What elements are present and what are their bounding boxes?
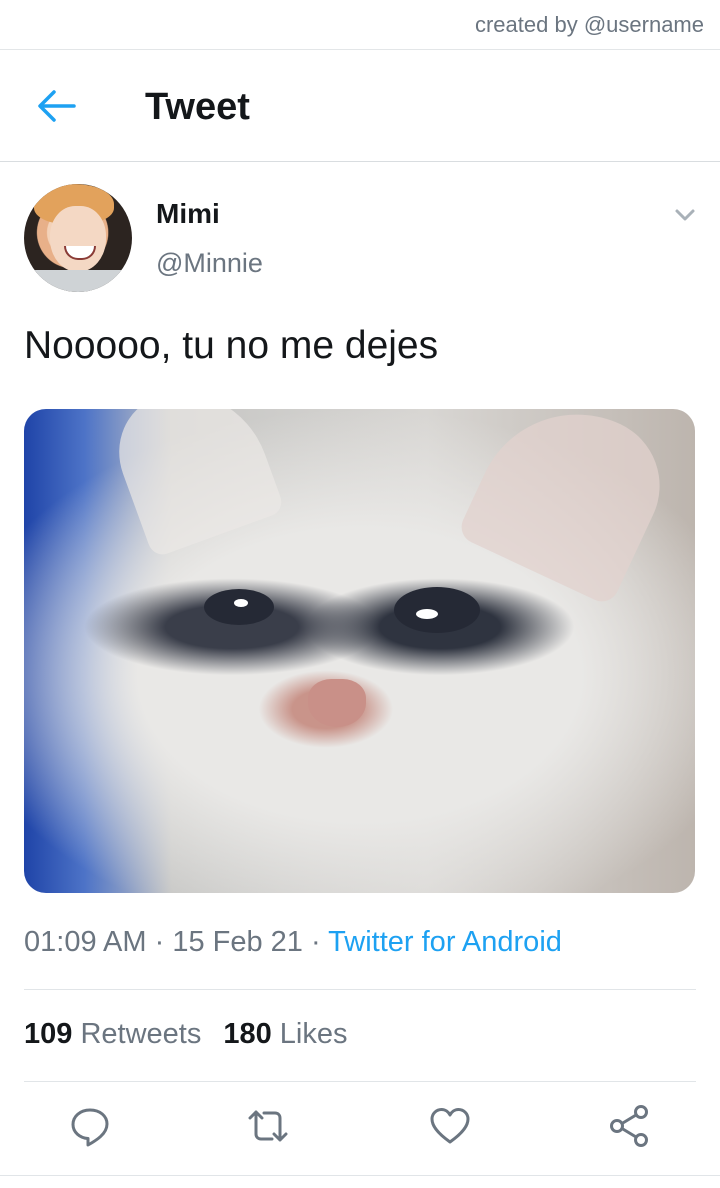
- chevron-down-icon[interactable]: [670, 200, 700, 230]
- eye-shine: [416, 609, 438, 619]
- tweet-source-link[interactable]: Twitter for Android: [328, 926, 562, 958]
- separator: ·: [302, 926, 329, 958]
- tweet-time: 01:09 AM: [24, 926, 147, 958]
- cat-eye: [394, 587, 480, 633]
- tweet-stats: 109 Retweets 180 Likes: [24, 1018, 348, 1051]
- share-icon[interactable]: [608, 1104, 652, 1148]
- divider: [0, 161, 720, 162]
- display-name[interactable]: Mimi: [156, 198, 220, 230]
- likes-count: 180: [223, 1018, 272, 1050]
- heart-icon[interactable]: [428, 1104, 472, 1148]
- divider: [0, 1175, 720, 1176]
- eye-shine: [234, 599, 248, 607]
- retweets-count: 109: [24, 1018, 73, 1050]
- tweet-text: Nooooo, tu no me dejes: [24, 324, 439, 367]
- arrow-left-icon[interactable]: [30, 80, 82, 132]
- header-bar: Tweet: [0, 50, 720, 162]
- avatar[interactable]: [24, 184, 132, 292]
- cat-ear: [102, 409, 286, 559]
- separator: ·: [146, 926, 173, 958]
- watermark: created by @username: [474, 12, 704, 37]
- likes-stat[interactable]: 180 Likes: [223, 1018, 347, 1050]
- cat-ear: [456, 409, 682, 607]
- tweet-meta: 01:09 AM · 15 Feb 21 · Twitter for Andro…: [24, 926, 562, 959]
- avatar-face: [50, 206, 106, 272]
- divider: [24, 1081, 696, 1082]
- retweets-label: Retweets: [80, 1018, 202, 1050]
- user-handle[interactable]: @Minnie: [156, 248, 263, 279]
- tweet-media-image[interactable]: [24, 409, 695, 893]
- tweet-date: 15 Feb 21: [172, 926, 303, 958]
- reply-icon[interactable]: [68, 1104, 112, 1148]
- page-title: Tweet: [145, 86, 250, 128]
- cat-nose: [308, 679, 366, 727]
- retweet-icon[interactable]: [246, 1104, 290, 1148]
- divider: [24, 989, 696, 990]
- avatar-shirt: [24, 270, 132, 292]
- likes-label: Likes: [279, 1018, 348, 1050]
- retweets-stat[interactable]: 109 Retweets: [24, 1018, 201, 1050]
- cat-eye: [204, 589, 274, 625]
